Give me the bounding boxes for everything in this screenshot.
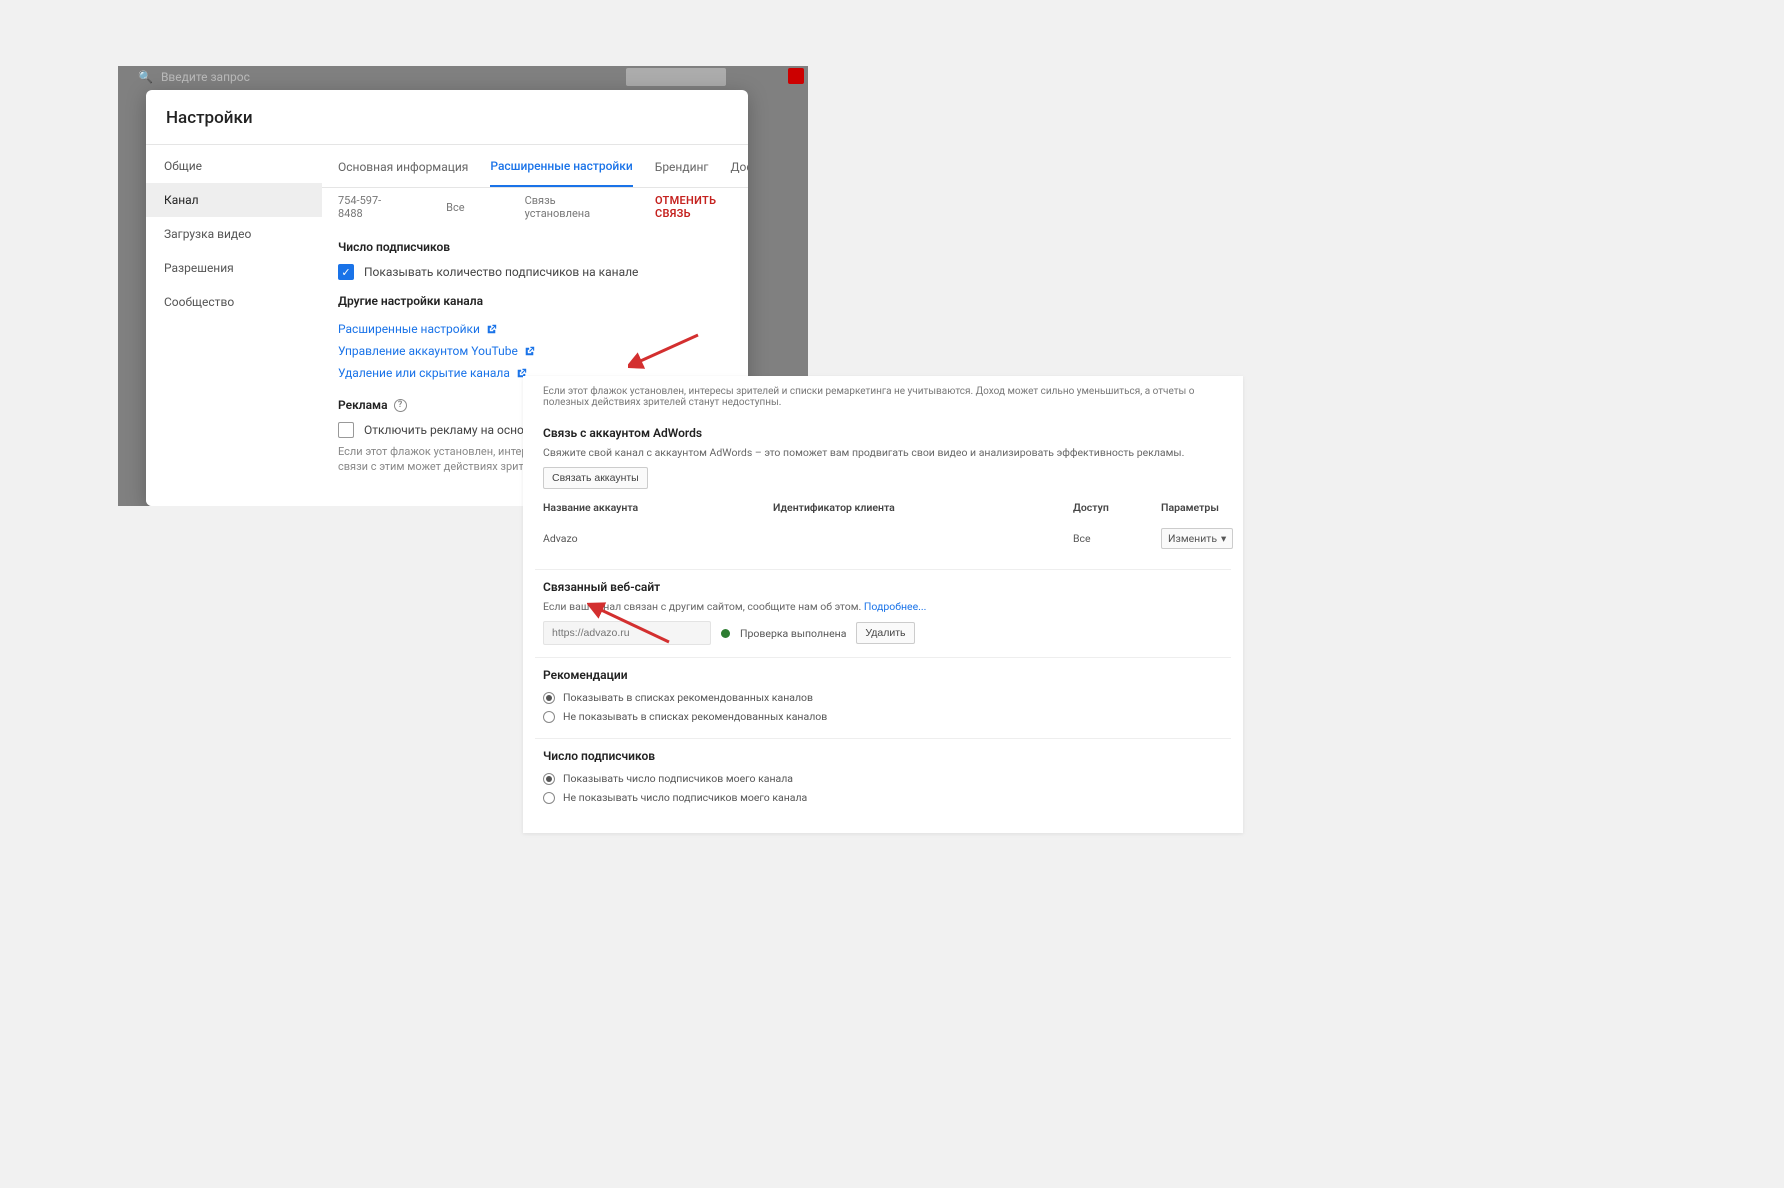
link-label: Расширенные настройки xyxy=(338,322,480,336)
subscribers-section: Число подписчиков ✓ Показывать количеств… xyxy=(322,228,748,282)
link-manage-youtube-account[interactable]: Управление аккаунтом YouTube xyxy=(338,340,732,362)
radio-checked-icon[interactable] xyxy=(543,773,555,785)
site-sub: Если ваш канал связан с другим сайтом, с… xyxy=(543,600,1223,613)
learn-more-link[interactable]: Подробнее... xyxy=(864,600,927,613)
linked-status: Связь установлена xyxy=(525,194,595,220)
col-params: Параметры xyxy=(1161,501,1223,514)
subs-heading: Число подписчиков xyxy=(543,749,1223,763)
linked-phone: 754-597-8488 xyxy=(338,194,386,220)
adwords-section: Связь с аккаунтом AdWords Свяжите свой к… xyxy=(535,416,1231,570)
adwords-table-header: Название аккаунта Идентификатор клиента … xyxy=(543,489,1223,520)
link-accounts-button[interactable]: Связать аккаунты xyxy=(543,467,648,489)
site-heading: Связанный веб-сайт xyxy=(543,580,1223,594)
recs-opt1-label: Показывать в списках рекомендованных кан… xyxy=(563,691,813,704)
external-link-icon xyxy=(524,346,535,357)
sidebar-item-community[interactable]: Сообщество xyxy=(146,285,322,319)
status-success-icon xyxy=(721,629,730,638)
recs-hide-radio[interactable]: Не показывать в списках рекомендованных … xyxy=(543,707,1223,726)
radio-checked-icon[interactable] xyxy=(543,692,555,704)
bg-search-bar: 🔍 Введите запрос xyxy=(138,70,250,84)
external-link-icon xyxy=(486,324,497,335)
adwords-table-row: Advazo Все Изменить ▾ xyxy=(543,520,1223,557)
help-icon[interactable]: ? xyxy=(394,399,407,412)
tab-basic-info[interactable]: Основная информация xyxy=(338,160,468,186)
recs-heading: Рекомендации xyxy=(543,668,1223,682)
linked-row: 754-597-8488 Все Связь установлена ОТМЕН… xyxy=(322,188,748,228)
chevron-down-icon: ▾ xyxy=(1221,532,1226,545)
col-name: Название аккаунта xyxy=(543,501,773,514)
recs-show-radio[interactable]: Показывать в списках рекомендованных кан… xyxy=(543,688,1223,707)
remove-site-button[interactable]: Удалить xyxy=(856,622,914,644)
site-url-input[interactable] xyxy=(543,621,711,645)
col-access: Доступ xyxy=(1073,501,1161,514)
bg-toolbar-chip xyxy=(626,68,726,86)
ads-heading-text: Реклама xyxy=(338,398,388,412)
settings-tabs: Основная информация Расширенные настройк… xyxy=(322,145,748,188)
settings-sidebar: Общие Канал Загрузка видео Разрешения Со… xyxy=(146,145,322,506)
edit-label: Изменить xyxy=(1168,532,1217,545)
sidebar-item-permissions[interactable]: Разрешения xyxy=(146,251,322,285)
subs-opt1-label: Показывать число подписчиков моего канал… xyxy=(563,772,793,785)
edit-dropdown-button[interactable]: Изменить ▾ xyxy=(1161,528,1233,549)
bg-notification-icon xyxy=(788,68,804,84)
subs-opt2-label: Не показывать число подписчиков моего ка… xyxy=(563,791,807,804)
cancel-link-button[interactable]: ОТМЕНИТЬ СВЯЗЬ xyxy=(655,194,726,220)
subscribers-heading: Число подписчиков xyxy=(338,240,732,254)
top-note: Если этот флажок установлен, интересы зр… xyxy=(535,384,1231,416)
subscribers-count-section: Число подписчиков Показывать число подпи… xyxy=(535,739,1231,819)
recommendations-section: Рекомендации Показывать в списках рекоме… xyxy=(535,658,1231,739)
sidebar-item-general[interactable]: Общие xyxy=(146,149,322,183)
radio-empty-icon[interactable] xyxy=(543,792,555,804)
radio-empty-icon[interactable] xyxy=(543,711,555,723)
col-id: Идентификатор клиента xyxy=(773,501,1073,514)
checkbox-checked-icon[interactable]: ✓ xyxy=(338,264,354,280)
other-settings-heading: Другие настройки канала xyxy=(338,294,732,308)
adwords-sub: Свяжите свой канал с аккаунтом AdWords –… xyxy=(543,446,1223,459)
sidebar-item-channel[interactable]: Канал xyxy=(146,183,322,217)
subs-show-radio[interactable]: Показывать число подписчиков моего канал… xyxy=(543,769,1223,788)
subscribers-checkbox-label: Показывать количество подписчиков на кан… xyxy=(364,265,638,279)
tab-advanced[interactable]: Расширенные настройки xyxy=(490,159,632,187)
account-access: Все xyxy=(1073,532,1161,545)
link-label: Управление аккаунтом YouTube xyxy=(338,344,518,358)
modal-title: Настройки xyxy=(146,90,748,145)
recs-opt2-label: Не показывать в списках рекомендованных … xyxy=(563,710,827,723)
sidebar-item-upload[interactable]: Загрузка видео xyxy=(146,217,322,251)
search-icon: 🔍 xyxy=(138,70,153,84)
site-sub-text: Если ваш канал связан с другим сайтом, с… xyxy=(543,600,864,613)
adwords-heading: Связь с аккаунтом AdWords xyxy=(543,426,1223,440)
site-status: Проверка выполнена xyxy=(740,627,846,640)
bg-search-placeholder: Введите запрос xyxy=(161,70,250,84)
subscribers-checkbox-row[interactable]: ✓ Показывать количество подписчиков на к… xyxy=(338,264,732,280)
checkbox-empty-icon[interactable] xyxy=(338,422,354,438)
tab-branding[interactable]: Брендинг xyxy=(655,160,709,186)
account-name: Advazo xyxy=(543,532,773,545)
screenshot-advanced-settings-page: Если этот флажок установлен, интересы зр… xyxy=(523,376,1243,833)
tab-access[interactable]: Досту xyxy=(730,160,748,186)
other-settings-section: Другие настройки канала Расширенные наст… xyxy=(322,282,748,386)
link-label: Удаление или скрытие канала xyxy=(338,366,510,380)
linked-site-section: Связанный веб-сайт Если ваш канал связан… xyxy=(535,570,1231,658)
linked-access: Все xyxy=(446,201,464,214)
subs-hide-radio[interactable]: Не показывать число подписчиков моего ка… xyxy=(543,788,1223,807)
link-advanced-settings[interactable]: Расширенные настройки xyxy=(338,318,732,340)
